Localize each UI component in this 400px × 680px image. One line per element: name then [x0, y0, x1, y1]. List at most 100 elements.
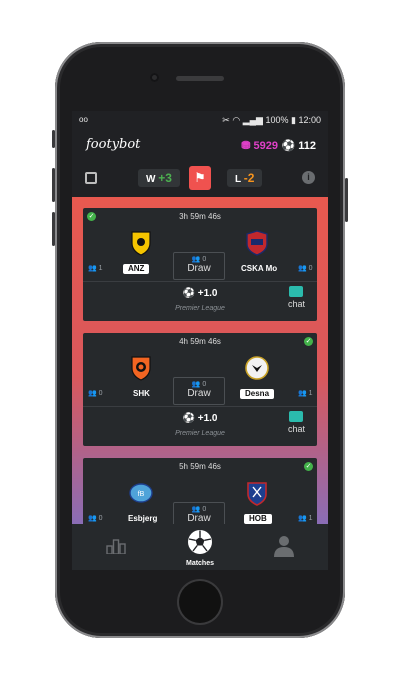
- match-card[interactable]: ✓ 3h 59m 46s ANZ 👥 1 👥 0 Draw CSKA Mo 👥: [83, 208, 317, 321]
- draw-label: Draw: [187, 388, 211, 399]
- info-icon[interactable]: i: [302, 171, 315, 184]
- signal-icon: ▂▄▆: [242, 115, 263, 125]
- stats-toolbar: W +3 ⚑ L -2 i: [72, 163, 328, 193]
- home-team-name[interactable]: Esbjerg: [128, 514, 157, 523]
- league-name: Premier League: [175, 430, 225, 437]
- svg-text:fB: fB: [138, 491, 145, 498]
- mute-icon: ✂: [222, 115, 230, 125]
- losses-badge: L -2: [227, 169, 263, 187]
- draw-option[interactable]: 👥 0 Draw: [173, 502, 225, 524]
- balls-balance[interactable]: ⚽ 112: [281, 139, 316, 152]
- bet-amount: ⚽ +1.0: [182, 413, 218, 424]
- bet-amount: ⚽ +1.0: [182, 288, 218, 299]
- away-team-crest: [247, 482, 267, 506]
- status-right: ✂ ◠ ▂▄▆ 100% ▮ 12:00: [222, 115, 321, 126]
- nav-leaderboard[interactable]: [86, 524, 146, 570]
- league-name: Premier League: [175, 305, 225, 312]
- battery-level: 100%: [265, 115, 289, 125]
- profile-icon: [274, 536, 294, 557]
- draw-option[interactable]: 👥 0 Draw: [173, 377, 225, 405]
- calendar-icon[interactable]: [85, 172, 97, 184]
- chat-button[interactable]: chat: [288, 286, 305, 309]
- front-camera: [150, 73, 159, 82]
- away-team-name[interactable]: Desna: [240, 389, 275, 399]
- matches-feed[interactable]: ✓ 3h 59m 46s ANZ 👥 1 👥 0 Draw CSKA Mo 👥: [72, 197, 328, 524]
- draw-label: Draw: [187, 263, 211, 274]
- app-screen: oo ✂ ◠ ▂▄▆ 100% ▮ 12:00 footybot ⛃ 5929 …: [72, 111, 328, 570]
- away-team-crest: [246, 230, 268, 256]
- volume-up-button: [52, 168, 55, 202]
- home-team-crest: [131, 356, 151, 381]
- bottom-navigation: Matches: [72, 524, 328, 570]
- coins-balance[interactable]: ⛃ 5929: [241, 139, 278, 152]
- away-team-name[interactable]: HOB: [244, 514, 272, 524]
- away-picks-count: 👥 0: [298, 265, 313, 272]
- draw-picks: 👥 0: [191, 256, 207, 263]
- soccer-ball-icon: ⚽: [182, 413, 195, 424]
- volume-down-button: [52, 212, 55, 246]
- users-icon: 👥: [298, 265, 307, 272]
- draw-label: Draw: [187, 513, 211, 524]
- draw-option[interactable]: 👥 0 Draw: [173, 252, 225, 280]
- voicemail-icon: oo: [79, 115, 88, 124]
- match-timer: 3h 59m 46s: [179, 212, 221, 221]
- soccer-ball-icon: ⚽: [182, 288, 195, 299]
- match-card[interactable]: ✓ 4h 59m 46s SHK 👥 0 👥 0 Draw Desna 👥 1 …: [83, 333, 317, 446]
- soccer-ball-icon: ⚽: [281, 140, 296, 152]
- losses-prefix: L: [235, 174, 241, 185]
- losses-value: -2: [243, 171, 255, 185]
- home-button[interactable]: [179, 581, 221, 623]
- home-picks-count: 👥 0: [88, 515, 103, 522]
- wifi-icon: ◠: [232, 115, 241, 125]
- home-team-name[interactable]: ANZ: [123, 264, 150, 274]
- users-icon: 👥: [88, 265, 97, 272]
- status-bar: oo ✂ ◠ ▂▄▆ 100% ▮ 12:00: [72, 111, 328, 128]
- soccer-ball-icon: [188, 530, 212, 554]
- nav-matches-label: Matches: [185, 560, 214, 567]
- match-card[interactable]: ✓ 5h 59m 46s fB Esbjerg 👥 0 👥 0 Draw HOB…: [83, 458, 317, 524]
- leaderboard-icon: [106, 539, 126, 554]
- chat-icon: [289, 286, 304, 297]
- away-team-crest: [245, 356, 269, 380]
- chat-label: chat: [287, 424, 305, 434]
- users-icon: 👥: [298, 515, 307, 522]
- chat-label: chat: [287, 299, 305, 309]
- away-team-name[interactable]: CSKA Mo: [241, 264, 277, 273]
- coins-value: 5929: [253, 140, 278, 152]
- draw-picks: 👥 0: [191, 506, 207, 513]
- users-icon: 👥: [191, 256, 201, 263]
- wins-badge: W +3: [138, 169, 180, 187]
- chat-button[interactable]: chat: [288, 411, 305, 434]
- card-divider: [83, 406, 317, 407]
- home-team-name[interactable]: SHK: [133, 389, 150, 398]
- mute-switch: [52, 130, 55, 148]
- match-timer: 5h 59m 46s: [179, 462, 221, 471]
- away-picks-count: 👥 1: [298, 515, 313, 522]
- chat-icon: [289, 411, 304, 422]
- users-icon: 👥: [88, 515, 97, 522]
- users-icon: 👥: [88, 390, 97, 397]
- home-team-crest: fB: [129, 483, 153, 503]
- battery-icon: ▮: [291, 115, 296, 125]
- app-logo: footybot: [86, 137, 141, 152]
- users-icon: 👥: [191, 506, 201, 513]
- clock: 12:00: [298, 115, 321, 125]
- balls-value: 112: [298, 140, 316, 152]
- earpiece-speaker: [176, 76, 224, 81]
- wins-prefix: W: [146, 174, 156, 185]
- home-picks-count: 👥 0: [88, 390, 103, 397]
- power-button: [345, 178, 348, 222]
- referee-whistle-icon[interactable]: ⚑: [189, 166, 211, 190]
- nav-matches[interactable]: Matches: [170, 524, 230, 570]
- coins-icon: ⛃: [241, 140, 251, 152]
- home-picks-count: 👥 1: [88, 265, 103, 272]
- nav-profile[interactable]: [254, 524, 314, 570]
- home-team-crest: [131, 231, 151, 256]
- match-timer: 4h 59m 46s: [179, 337, 221, 346]
- app-header: footybot ⛃ 5929 ⚽ 112: [72, 129, 328, 163]
- away-picks-count: 👥 1: [298, 390, 313, 397]
- card-divider: [83, 281, 317, 282]
- users-icon: 👥: [298, 390, 307, 397]
- wins-value: +3: [158, 171, 172, 185]
- draw-picks: 👥 0: [191, 381, 207, 388]
